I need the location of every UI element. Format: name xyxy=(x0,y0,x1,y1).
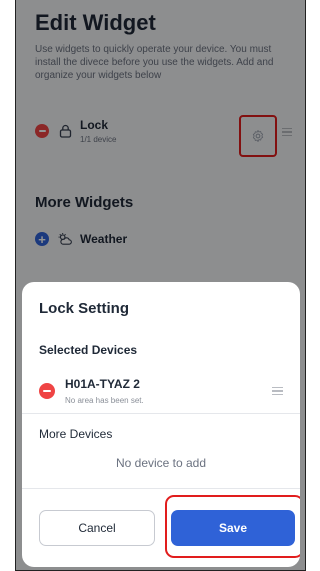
device-area: No area has been set. xyxy=(65,396,144,405)
drag-handle-icon[interactable] xyxy=(272,387,283,395)
divider xyxy=(22,413,300,414)
remove-device-button[interactable] xyxy=(39,383,55,399)
empty-state-text: No device to add xyxy=(115,456,207,470)
sheet-title: Lock Setting xyxy=(39,300,130,317)
selected-devices-title: Selected Devices xyxy=(39,343,138,357)
cancel-button[interactable]: Cancel xyxy=(39,510,155,546)
phone-screen: Edit Widget Use widgets to quickly opera… xyxy=(15,0,306,571)
device-name: H01A-TYAZ 2 xyxy=(65,377,140,391)
device-row: H01A-TYAZ 2 No area has been set. xyxy=(39,371,283,411)
more-devices-title: More Devices xyxy=(39,427,113,441)
divider xyxy=(22,488,300,489)
lock-setting-sheet: Lock Setting Selected Devices H01A-TYAZ … xyxy=(22,282,300,567)
save-highlight xyxy=(165,495,300,558)
